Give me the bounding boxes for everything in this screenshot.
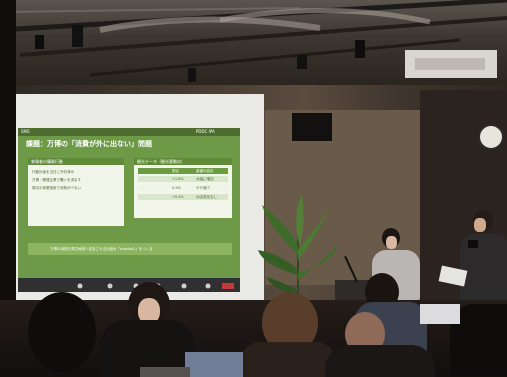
left-box-bullet: 万博・関連企業で購入を済ます [32, 178, 81, 182]
left-box-heading: 来場者の購買行動 [31, 159, 63, 164]
table-row: +0.4% ほぼ変化なし [138, 194, 228, 200]
table-row: +1.8% 大幅に増加 [138, 176, 228, 182]
slide-header-right: PDDC IPA [196, 129, 215, 134]
presenter-face [386, 236, 397, 249]
table-row: 0.9% やや減少 [138, 185, 228, 191]
event-photo: SMS PDDC IPA 課題：万博の「消費が外に出ない」問題 来場者の購買行動… [0, 0, 507, 377]
right-box: 観光データ（観光客動向） 割合 金額の変化 +1.8% 大幅に増加 0.9% や… [134, 158, 232, 218]
wall-clock [478, 124, 504, 150]
laptop [185, 352, 243, 377]
camera-tripod [468, 240, 478, 248]
second-presenter-face [474, 218, 486, 232]
audience-body [325, 345, 435, 377]
table-cell: やや減少 [196, 186, 210, 190]
slide-title: 課題：万博の「消費が外に出ない」問題 [26, 140, 152, 148]
audience-chair [140, 367, 190, 377]
table-cell: ほぼ変化なし [196, 195, 217, 199]
table-header-row [138, 168, 228, 174]
table-cell: +0.4% [172, 195, 184, 199]
right-box-heading: 観光データ（観光客動向） [137, 159, 185, 164]
left-box-bullet: 周辺の商業施設で消費が少ない [32, 186, 81, 190]
laptop [420, 304, 460, 324]
table-cell: +1.8% [172, 177, 184, 181]
slide-banner: 万博の消費を周辺地域へ波及させる仕組み「mapion2」をつくる [28, 243, 232, 255]
table-column-header: 金額の変化 [196, 169, 214, 173]
audience-head [28, 292, 96, 372]
left-box: 来場者の購買行動 行動計画を当日に予約済み 万博・関連企業で購入を済ます 周辺の… [28, 158, 124, 226]
table-cell: 0.9% [172, 186, 181, 190]
audience-body [240, 342, 336, 377]
slide-header-left: SMS [21, 129, 30, 134]
speaker-box [292, 113, 332, 141]
ceiling-pipes [0, 0, 507, 90]
screen-toolbar [18, 278, 240, 292]
slide: SMS PDDC IPA 課題：万博の「消費が外に出ない」問題 来場者の購買行動… [18, 128, 240, 278]
table-column-header: 割合 [172, 169, 179, 173]
left-box-bullet: 行動計画を当日に予約済み [32, 170, 74, 174]
table-cell: 大幅に増加 [196, 177, 214, 181]
slide-banner-text: 万博の消費を周辺地域へ波及させる仕組み「mapion2」をつくる [50, 247, 153, 251]
